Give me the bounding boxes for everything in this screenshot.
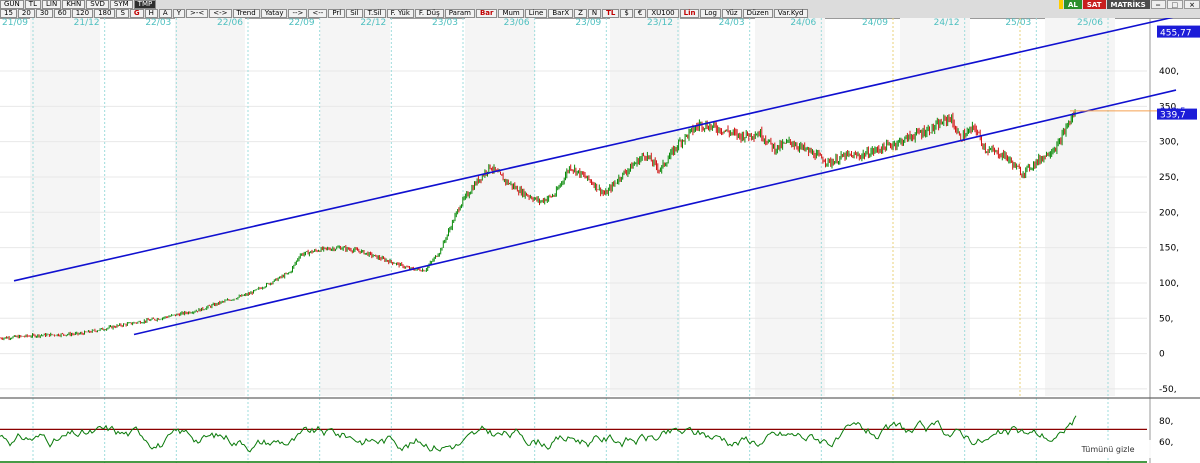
x-tick-label: 22/12 [360,18,386,28]
x-tick-label: 21/12 [74,18,100,28]
status-dot-icon [1058,0,1063,9]
trade-buttons: AL SAT MATRİKS ‒ □ × [1058,0,1200,9]
toolbar-button-120-4[interactable]: 120 [71,9,94,18]
toolbar-button-lin-33[interactable]: Lin [679,9,700,18]
x-tick-label: 22/03 [145,18,171,28]
rsi-tick-label: 80, [1159,417,1173,427]
toolbar-button-var-kyd-37[interactable]: Var.Kyd [773,9,808,18]
background-band [175,18,245,396]
y-tick-label: 0 [1159,350,1165,360]
sell-button[interactable]: SAT [1082,0,1106,9]
background-band [465,18,535,396]
toolbar-button-180-5[interactable]: 180 [94,9,116,18]
toolbar-button-f-d-21[interactable]: F. Düş [414,9,444,18]
rsi-line [0,415,1077,453]
upper-channel-label: 455,77 [1160,29,1192,39]
toolbar-button--12[interactable]: <-> [209,9,232,18]
toolbar-button-mum-24[interactable]: Mum [498,9,524,18]
toolbar-button-60-3[interactable]: 60 [53,9,71,18]
toolbar-button-n-28[interactable]: N [587,9,602,18]
y-tick-label: 50, [1159,314,1173,324]
close-label: 339,7 [1160,111,1186,121]
toolbar-button-tl-1[interactable]: TL [24,0,41,9]
toolbar-button-param-22[interactable]: Param [444,9,475,18]
toolbar-button-tl-29[interactable]: TL [602,9,620,18]
toolbar-button--16[interactable]: <-- [308,9,328,18]
toolbar-button-20-1[interactable]: 20 [17,9,35,18]
y-tick-label: 100, [1159,279,1179,289]
toolbar-button-t-sil-19[interactable]: T.Sil [363,9,386,18]
background-band [30,18,100,396]
x-tick-label: 25/03 [1005,18,1031,28]
toolbar-button--31[interactable]: € [633,9,647,18]
toolbar-button-prl-17[interactable]: Prl [328,9,346,18]
x-tick-label: 22/09 [289,18,315,28]
y-tick-label: 200, [1159,208,1179,218]
toolbar-button-log-34[interactable]: Log [700,9,721,18]
toolbar-button-xu100-32[interactable]: XU100 [647,9,679,18]
toolbar-button-sil-18[interactable]: Sil [346,9,363,18]
buy-button[interactable]: AL [1063,0,1082,9]
y-tick-label: 400, [1159,67,1179,77]
toolbar-row-1: GÜN TL LIN KHN SVD SYM TMP [0,0,157,9]
x-tick-label: 23/09 [575,18,601,28]
toolbar-button-15-0[interactable]: 15 [0,9,17,18]
brand-label: MATRİKS [1106,0,1150,9]
toolbar-button-sym-5[interactable]: SYM [109,0,133,9]
toolbar-button-y-10[interactable]: Y [172,9,185,18]
x-tick-label: 23/06 [504,18,530,28]
background-band [610,18,680,396]
toolbar-button-h-8[interactable]: H [144,9,158,18]
toolbar-row-2: 15 20 30 60 120 180 S G H A Y >-< <-> Trend Yatay --> <-… [0,9,809,18]
toolbar-button-yatay-14[interactable]: Yatay [260,9,288,18]
background-band [320,18,390,396]
toolbar-button-g-n-0[interactable]: GÜN [0,0,24,9]
toolbar-button-svd-4[interactable]: SVD [86,0,109,9]
y-tick-label: 150, [1159,244,1179,254]
x-tick-label: 24/12 [934,18,960,28]
background-band [900,18,970,396]
toolbar-button--15[interactable]: --> [288,9,308,18]
toolbar-button-f-y-k-20[interactable]: F. Yük [386,9,414,18]
toolbar-button-khn-3[interactable]: KHN [62,0,86,9]
y-tick-label: 300, [1159,138,1179,148]
x-tick-label: 23/12 [647,18,673,28]
toolbar-button-z-27[interactable]: Z [574,9,587,18]
hide-all-button[interactable]: Tümünü gizle [1063,440,1153,458]
x-tick-label: 25/06 [1077,18,1103,28]
toolbar-button--30[interactable]: $ [620,9,633,18]
toolbar-button-d-zen-36[interactable]: Düzen [742,9,773,18]
x-tick-label: 23/03 [432,18,458,28]
toolbar-button-30-2[interactable]: 30 [35,9,53,18]
background-band [1045,18,1115,396]
toolbar-button-tmp-6[interactable]: TMP [133,0,157,9]
toolbar-button-lin-2[interactable]: LIN [41,0,62,9]
toolbar-button-a-9[interactable]: A [158,9,172,18]
toolbar-button-g-7[interactable]: G [129,9,144,18]
toolbar-button-trend-13[interactable]: Trend [232,9,260,18]
price-chart[interactable]: 21/09 21/12 22/03 22/06 22/09 22/12 23/03 23/06… [0,18,1200,463]
y-tick-label: -50, [1159,385,1177,395]
background-band [755,18,825,396]
toolbar-button--11[interactable]: >-< [185,9,209,18]
toolbar-button-y-z-35[interactable]: Yüz [721,9,742,18]
x-tick-label: 24/09 [862,18,888,28]
toolbar-button-line-25[interactable]: Line [524,9,548,18]
x-tick-label: 24/03 [719,18,745,28]
toolbar-button-barx-26[interactable]: BarX [548,9,574,18]
rsi-tick-label: 60, [1159,438,1173,448]
y-tick-label: 250, [1159,173,1179,183]
minimize-icon[interactable]: ‒ [1150,0,1166,9]
toolbar: GÜN TL LIN KHN SVD SYM TMP 15 20 30 60 120 180 S G H A Y… [0,0,1200,19]
x-tick-label: 21/09 [2,18,28,28]
toolbar-button-bar-23[interactable]: Bar [475,9,498,18]
close-icon[interactable]: × [1184,0,1200,9]
x-tick-label: 24/06 [790,18,816,28]
maximize-icon[interactable]: □ [1166,0,1184,9]
x-tick-label: 22/06 [217,18,243,28]
toolbar-button-s-6[interactable]: S [116,9,129,18]
